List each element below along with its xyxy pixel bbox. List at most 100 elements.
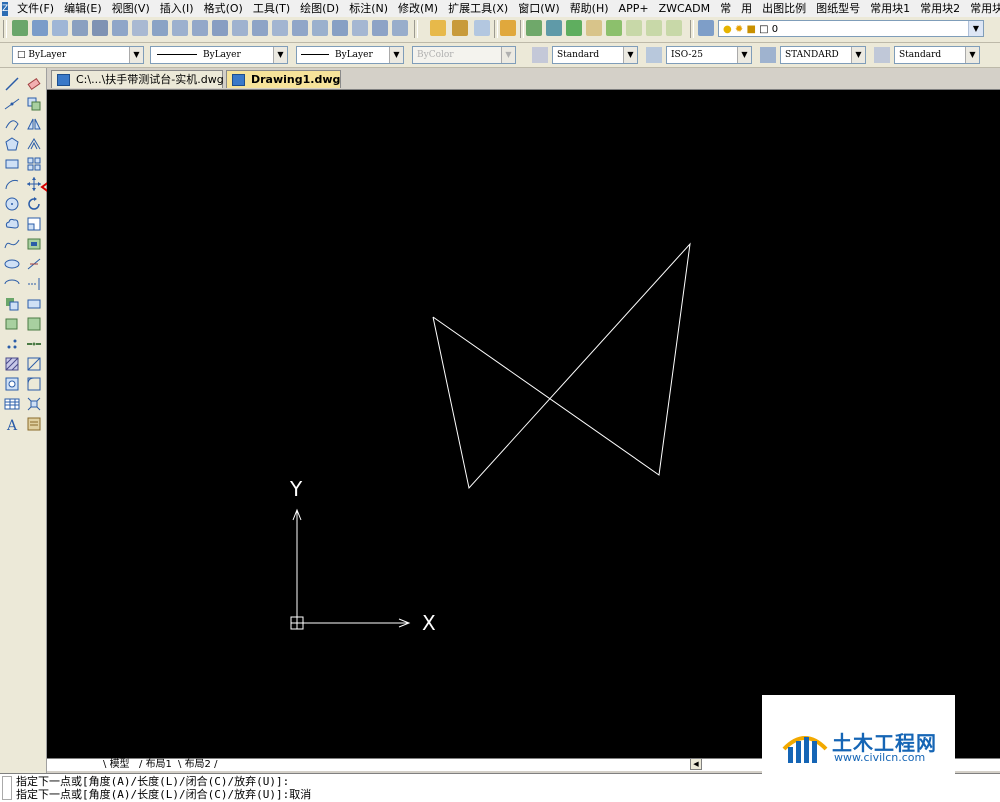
point-icon[interactable] bbox=[4, 336, 20, 352]
menu-zwcadm[interactable]: ZWCADM bbox=[654, 0, 716, 17]
tolerance-icon[interactable] bbox=[252, 20, 268, 36]
arc-length-icon[interactable] bbox=[52, 20, 68, 36]
hatch-icon[interactable] bbox=[4, 356, 20, 372]
menu-window[interactable]: 窗口(W) bbox=[513, 0, 564, 17]
menu-help[interactable]: 帮助(H) bbox=[565, 0, 614, 17]
insert-block-icon[interactable] bbox=[4, 296, 20, 312]
explode-icon[interactable] bbox=[26, 396, 42, 412]
dim-style-icon[interactable] bbox=[646, 47, 662, 63]
linear-dim-icon[interactable] bbox=[12, 20, 28, 36]
jogged-dim-icon[interactable] bbox=[112, 20, 128, 36]
text-tool-icon[interactable] bbox=[606, 20, 622, 36]
match-properties-icon[interactable] bbox=[500, 20, 516, 36]
app-icon[interactable]: Z bbox=[2, 1, 9, 16]
express-tool-8-icon[interactable] bbox=[666, 20, 682, 36]
line-icon[interactable] bbox=[4, 76, 20, 92]
break-at-point-icon[interactable] bbox=[26, 296, 42, 312]
menu-express[interactable]: 扩展工具(X) bbox=[443, 0, 513, 17]
dim-style-dropdown[interactable]: ISO-25 ▼ bbox=[666, 46, 752, 64]
find-icon[interactable] bbox=[474, 20, 490, 36]
express-tool-7-icon[interactable] bbox=[646, 20, 662, 36]
menu-block-2[interactable]: 常用块2 bbox=[915, 0, 965, 17]
polyline-icon[interactable] bbox=[4, 116, 20, 132]
mirror-icon[interactable] bbox=[26, 116, 42, 132]
menu-block-1[interactable]: 常用块1 bbox=[865, 0, 915, 17]
center-mark-icon[interactable] bbox=[172, 20, 188, 36]
polygon-icon[interactable] bbox=[4, 136, 20, 152]
chamfer-icon[interactable] bbox=[26, 356, 42, 372]
copy-icon[interactable] bbox=[26, 96, 42, 112]
revision-cloud-icon[interactable] bbox=[4, 216, 20, 232]
tab-model[interactable]: \ 模型 bbox=[103, 759, 130, 771]
make-block-icon[interactable] bbox=[4, 316, 20, 332]
drawing-canvas[interactable]: Y X bbox=[47, 90, 1000, 758]
arc-icon[interactable] bbox=[4, 176, 20, 192]
join-icon[interactable] bbox=[26, 336, 42, 352]
command-scrollbar[interactable] bbox=[2, 776, 12, 800]
dim-text-edit-icon[interactable] bbox=[312, 20, 328, 36]
express-tool-3-icon[interactable] bbox=[566, 20, 582, 36]
erase-icon[interactable] bbox=[26, 76, 42, 92]
express-tool-4-icon[interactable] bbox=[586, 20, 602, 36]
offset-icon[interactable] bbox=[26, 136, 42, 152]
break-icon[interactable] bbox=[26, 316, 42, 332]
dim-edit-icon[interactable] bbox=[292, 20, 308, 36]
dim-space-icon[interactable] bbox=[352, 20, 368, 36]
array-icon[interactable] bbox=[26, 156, 42, 172]
make-block-icon[interactable] bbox=[452, 20, 468, 36]
menu-tools[interactable]: 工具(T) bbox=[248, 0, 295, 17]
rotate-icon[interactable] bbox=[26, 196, 42, 212]
stretch-icon[interactable] bbox=[26, 236, 42, 252]
multiline-text-icon[interactable]: A bbox=[4, 416, 20, 432]
angular-dim-icon[interactable] bbox=[152, 20, 168, 36]
linetype-dropdown[interactable]: ByLayer ▼ bbox=[150, 46, 288, 64]
menu-file[interactable]: 文件(F) bbox=[12, 0, 59, 17]
quick-dim-icon[interactable] bbox=[192, 20, 208, 36]
menu-dimension[interactable]: 标注(N) bbox=[344, 0, 393, 17]
radius-dim-icon[interactable] bbox=[92, 20, 108, 36]
menu-chang[interactable]: 常 bbox=[715, 0, 736, 17]
insert-block-icon[interactable] bbox=[430, 20, 446, 36]
text-style-dropdown[interactable]: Standard ▼ bbox=[552, 46, 638, 64]
menu-modify[interactable]: 修改(M) bbox=[393, 0, 443, 17]
express-tool-1-icon[interactable] bbox=[526, 20, 542, 36]
table-icon[interactable] bbox=[4, 396, 20, 412]
continue-dim-icon[interactable] bbox=[232, 20, 248, 36]
menu-sheet-size[interactable]: 图纸型号 bbox=[811, 0, 865, 17]
express-tool-6-icon[interactable] bbox=[626, 20, 642, 36]
mleader-style-icon[interactable] bbox=[874, 47, 890, 63]
tab-handrail-test-drawing[interactable]: C:\...\扶手带测试台-实机.dwg bbox=[51, 70, 224, 88]
text-style-icon[interactable] bbox=[532, 47, 548, 63]
express-tool-2-icon[interactable] bbox=[546, 20, 562, 36]
ordinate-dim-icon[interactable] bbox=[72, 20, 88, 36]
diameter-dim-icon[interactable] bbox=[132, 20, 148, 36]
table-style-icon[interactable] bbox=[760, 47, 776, 63]
properties-icon[interactable] bbox=[26, 416, 42, 432]
menu-view[interactable]: 视图(V) bbox=[107, 0, 155, 17]
rectangle-icon[interactable] bbox=[4, 156, 20, 172]
leader-icon[interactable] bbox=[272, 20, 288, 36]
drawn-polyline[interactable] bbox=[432, 242, 691, 490]
fillet-icon[interactable] bbox=[26, 376, 42, 392]
command-line[interactable]: 指定下一点或[角度(A)/长度(L)/闭合(C)/放弃(U)]: 指定下一点或[… bbox=[0, 773, 1000, 802]
trim-icon[interactable] bbox=[26, 256, 42, 272]
menu-format[interactable]: 格式(O) bbox=[199, 0, 248, 17]
layer-manager-icon[interactable] bbox=[698, 20, 714, 36]
tab-drawing1[interactable]: Drawing1.dwg bbox=[226, 70, 341, 88]
menu-yong[interactable]: 用 bbox=[736, 0, 757, 17]
mleader-style-dropdown[interactable]: Standard ▼ bbox=[894, 46, 980, 64]
menu-insert[interactable]: 插入(I) bbox=[155, 0, 199, 17]
spline-icon[interactable] bbox=[4, 236, 20, 252]
lineweight-dropdown[interactable]: ByLayer ▼ bbox=[296, 46, 404, 64]
extend-icon[interactable] bbox=[26, 276, 42, 292]
menu-edit[interactable]: 编辑(E) bbox=[59, 0, 107, 17]
dim-update-icon[interactable] bbox=[332, 20, 348, 36]
construction-line-icon[interactable] bbox=[4, 96, 20, 112]
tab-layout2[interactable]: \ 布局2 / bbox=[178, 759, 218, 771]
inspection-icon[interactable] bbox=[392, 20, 408, 36]
toolbar-grip[interactable] bbox=[3, 20, 7, 38]
scale-icon[interactable] bbox=[26, 216, 42, 232]
color-dropdown[interactable]: □ ByLayer ▼ bbox=[12, 46, 144, 64]
menu-block-3[interactable]: 常用块3 bbox=[965, 0, 1000, 17]
baseline-dim-icon[interactable] bbox=[212, 20, 228, 36]
